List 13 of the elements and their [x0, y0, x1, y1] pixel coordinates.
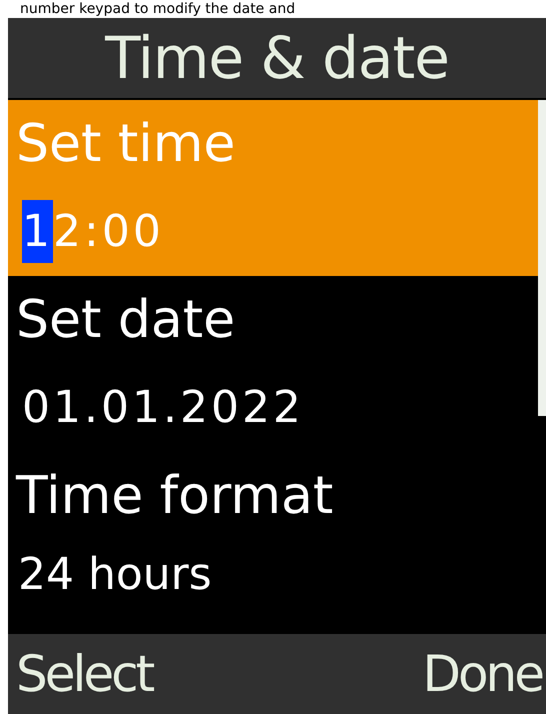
menu-item[interactable]: Set time 12:00 — [8, 100, 538, 276]
menu-item[interactable]: Time format 24 hours — [8, 452, 538, 618]
item-value: 01.01.2022 — [21, 381, 305, 435]
item-value: 24 hours — [17, 548, 213, 602]
item-label: Set date — [16, 289, 236, 352]
screen-title: Time & date — [105, 29, 449, 87]
item-label: Set time — [16, 113, 236, 176]
done-softkey[interactable]: Done — [414, 645, 546, 703]
menu-item[interactable]: Set date 01.01.2022 — [8, 276, 538, 452]
item-value: 12:00 — [16, 188, 538, 276]
item-label: Time format — [16, 465, 334, 528]
caption-text: number keypad to modify the date and — [19, 0, 296, 18]
select-softkey[interactable]: Select — [8, 645, 156, 703]
